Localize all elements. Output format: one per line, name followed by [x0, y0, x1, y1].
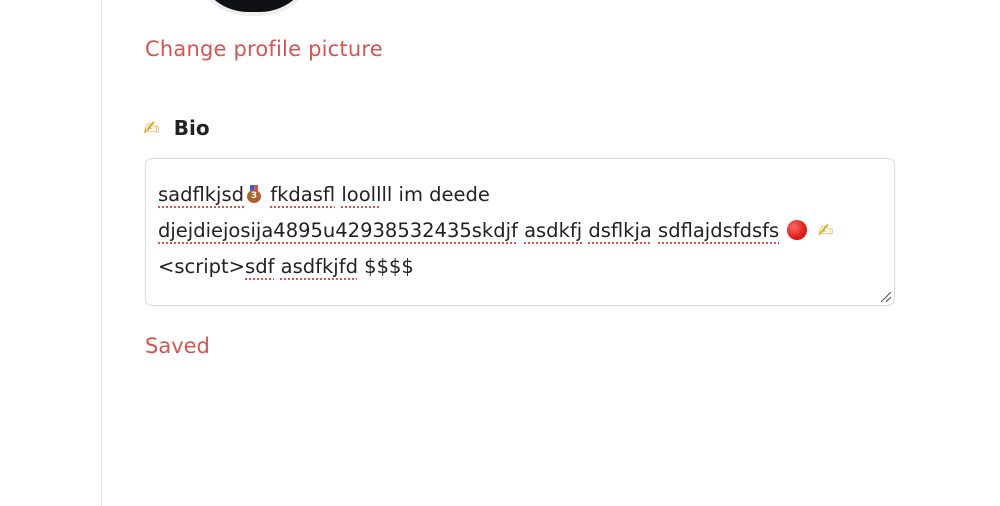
- bio-label-text: Bio: [173, 116, 210, 140]
- bio-word: djejdiejosija4895u42938532435skdjf: [158, 219, 518, 242]
- bio-word: sdflajdsfdsfs: [658, 219, 780, 242]
- profile-settings-page: Change profile picture ✍ Bio sadflkjsd 3 …: [0, 0, 1000, 506]
- bronze-medal-icon: 3: [246, 185, 262, 203]
- bio-word: asdkfj: [524, 219, 583, 242]
- bio-word: <script>: [158, 255, 246, 278]
- bio-line-2: djejdiejosija4895u42938532435skdjf asdkf…: [158, 213, 874, 249]
- bio-word: dsflkja: [588, 219, 652, 242]
- bio-word: fkdasfl: [270, 183, 336, 206]
- bio-line-1: sadflkjsd 3 fkdasfl loollll im deede: [158, 177, 874, 213]
- change-profile-picture-link[interactable]: Change profile picture: [145, 37, 383, 61]
- bio-textarea[interactable]: sadflkjsd 3 fkdasfl loollll im deede djej…: [145, 158, 895, 306]
- writing-hand-icon: ✍: [817, 220, 834, 242]
- bio-word: sdf: [245, 255, 275, 278]
- bio-word: ll im deede: [381, 183, 490, 206]
- sidebar-divider: [101, 0, 102, 506]
- red-circle-icon: [787, 220, 808, 240]
- save-status-text: Saved: [145, 334, 210, 358]
- bio-word: looll: [341, 183, 382, 206]
- bio-word: sadflkjsd: [158, 183, 245, 206]
- bio-label: ✍ Bio: [143, 116, 210, 140]
- resize-handle-icon[interactable]: [880, 291, 892, 303]
- bio-line-3: <script>sdf asdfkjfd $$$$: [158, 249, 874, 285]
- bio-word: $$$$: [364, 255, 414, 278]
- writing-hand-icon: ✍: [143, 116, 160, 140]
- bio-word: asdfkjfd: [280, 255, 358, 278]
- bio-textarea-content[interactable]: sadflkjsd 3 fkdasfl loollll im deede djej…: [158, 177, 874, 285]
